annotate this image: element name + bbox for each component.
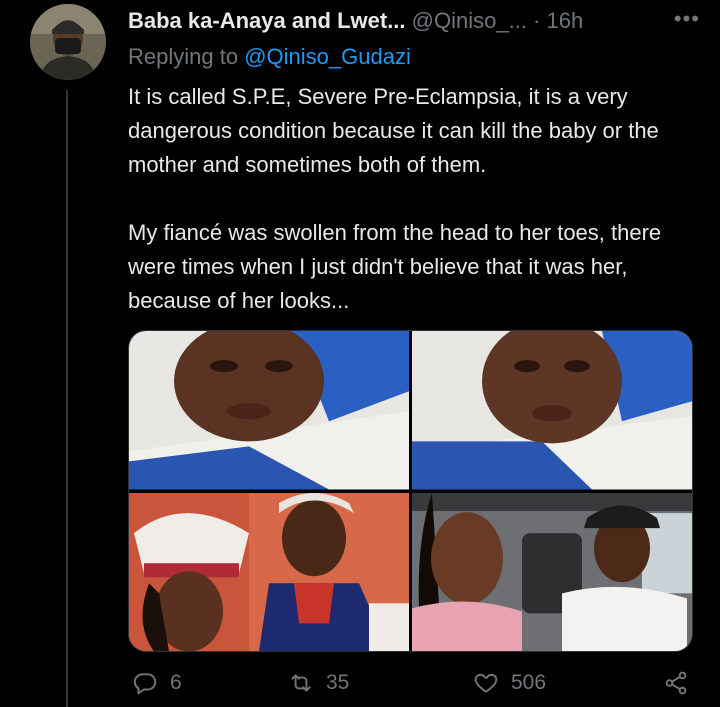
reply-count: 6 xyxy=(170,671,182,694)
thread-line xyxy=(66,90,68,707)
share-action[interactable] xyxy=(663,670,689,696)
replying-to: Replying to @Qiniso_Gudazi xyxy=(128,44,411,70)
photo-woman-in-hospital-bed-1[interactable] xyxy=(129,331,409,490)
tweet-actions: 6 35 506 xyxy=(128,670,693,700)
media-grid xyxy=(128,330,693,652)
reply-icon xyxy=(133,673,157,695)
share-icon xyxy=(665,671,687,695)
tweet-paragraph-1: It is called S.P.E, Severe Pre-Eclampsia… xyxy=(128,84,659,177)
photo-couple-traditional-attire[interactable] xyxy=(129,492,409,651)
tweet-text: It is called S.P.E, Severe Pre-Eclampsia… xyxy=(128,80,698,318)
replying-to-mention[interactable]: @Qiniso_Gudazi xyxy=(244,44,411,69)
like-count: 506 xyxy=(511,671,547,694)
photo-woman-in-hospital-bed-2[interactable] xyxy=(412,331,692,490)
tweet-header: Baba ka-Anaya and Lwet... @Qiniso_... · … xyxy=(128,6,700,42)
like-action[interactable]: 506 xyxy=(473,670,546,696)
retweet-action[interactable]: 35 xyxy=(288,670,349,696)
retweet-count: 35 xyxy=(326,671,350,694)
user-handle[interactable]: @Qiniso_... xyxy=(412,8,527,33)
more-dots-icon[interactable]: ••• xyxy=(674,6,700,32)
like-icon xyxy=(474,673,498,693)
display-name[interactable]: Baba ka-Anaya and Lwet... xyxy=(128,8,406,33)
retweet-icon xyxy=(291,674,311,692)
tweet-paragraph-2: My fiancé was swollen from the head to h… xyxy=(128,220,662,313)
reply-action[interactable]: 6 xyxy=(132,670,182,696)
avatar[interactable] xyxy=(30,4,106,80)
timestamp[interactable]: 16h xyxy=(547,8,584,33)
avatar-image xyxy=(30,4,106,80)
replying-prefix: Replying to xyxy=(128,44,239,69)
separator-dot: · xyxy=(533,8,541,33)
photo-couple-in-car[interactable] xyxy=(412,492,692,651)
